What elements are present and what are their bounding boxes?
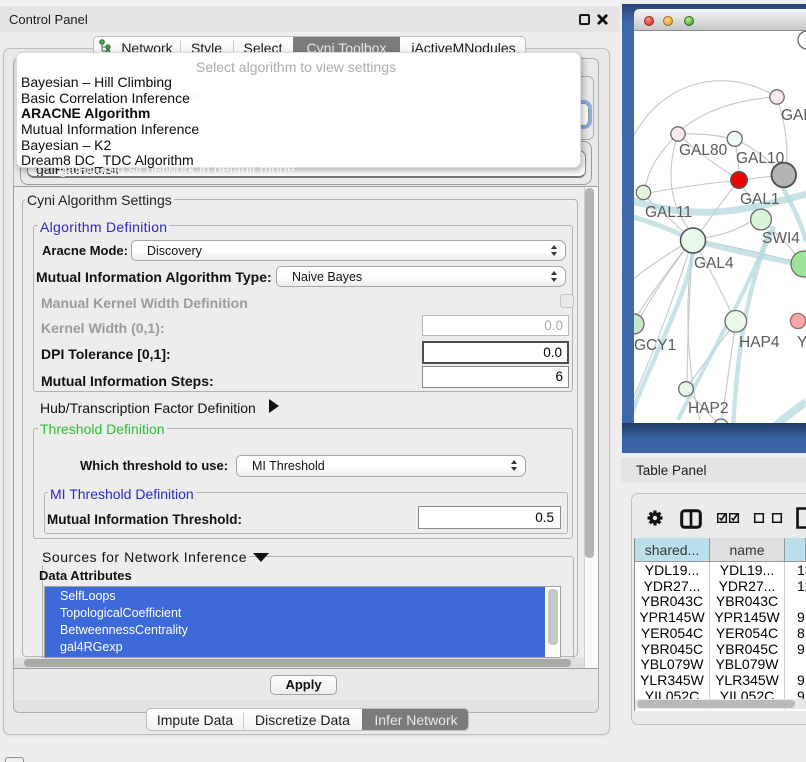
svg-text:HAP4: HAP4 — [739, 334, 780, 351]
svg-text:GAL10: GAL10 — [736, 150, 785, 167]
svg-text:Y: Y — [797, 334, 806, 351]
svg-text:GAL: GAL — [781, 107, 806, 124]
svg-text:HAP2: HAP2 — [688, 400, 729, 417]
svg-text:GAL4: GAL4 — [694, 255, 734, 272]
svg-text:GAL80: GAL80 — [679, 142, 728, 159]
svg-text:GAL1: GAL1 — [740, 191, 780, 208]
svg-text:GCY1: GCY1 — [634, 337, 676, 354]
svg-text:GAL11: GAL11 — [645, 204, 692, 221]
svg-text:SWI4: SWI4 — [762, 230, 800, 247]
